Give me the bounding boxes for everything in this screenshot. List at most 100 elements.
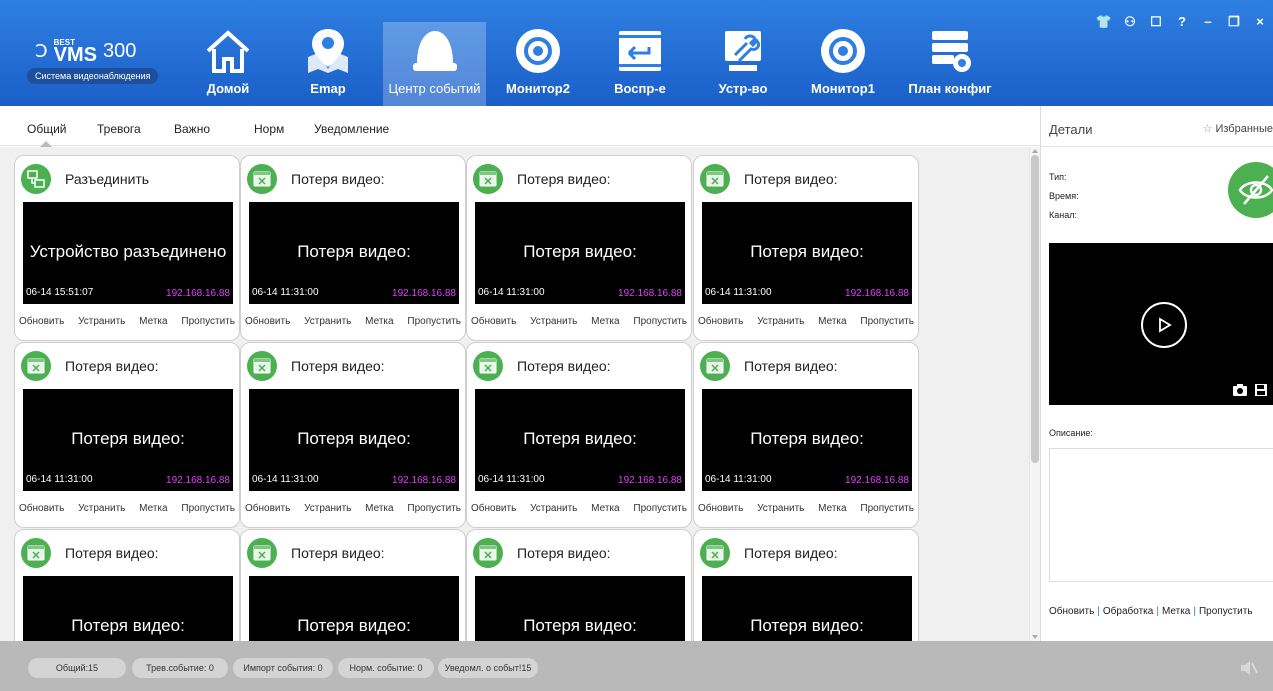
card-resolve-button[interactable]: Устранить bbox=[530, 316, 577, 327]
minimize-icon[interactable]: – bbox=[1195, 14, 1221, 30]
card-video-preview[interactable]: Потеря видео: 06-14 11:31:00 192.168.16.88 bbox=[23, 389, 233, 491]
detail-process-button[interactable]: Обработка bbox=[1103, 606, 1153, 617]
card-video-preview[interactable]: Потеря видео: bbox=[23, 576, 233, 641]
card-mark-button[interactable]: Метка bbox=[139, 316, 167, 327]
mute-icon[interactable] bbox=[1237, 657, 1259, 679]
scroll-down-arrow-icon[interactable] bbox=[1032, 635, 1038, 639]
card-resolve-button[interactable]: Устранить bbox=[530, 503, 577, 514]
shirt-icon[interactable]: 👕 bbox=[1091, 14, 1117, 30]
card-refresh-button[interactable]: Обновить bbox=[471, 316, 516, 327]
card-video-preview[interactable]: Потеря видео: 06-14 11:31:00 192.168.16.88 bbox=[702, 202, 912, 304]
nav-event-center-label: Центр событий bbox=[388, 81, 481, 96]
card-refresh-button[interactable]: Обновить bbox=[245, 503, 290, 514]
card-refresh-button[interactable]: Обновить bbox=[19, 503, 64, 514]
scrollbar-thumb[interactable] bbox=[1031, 155, 1039, 463]
card-resolve-button[interactable]: Устранить bbox=[304, 503, 351, 514]
card-video-preview[interactable]: Потеря видео: 06-14 11:31:00 192.168.16.88 bbox=[702, 389, 912, 491]
scroll-up-arrow-icon[interactable] bbox=[1032, 149, 1038, 153]
card-refresh-button[interactable]: Обновить bbox=[698, 316, 743, 327]
card-skip-button[interactable]: Пропустить bbox=[407, 316, 461, 327]
status-important[interactable]: Импорт события: 0 bbox=[233, 658, 333, 678]
status-notify[interactable]: Уведомл. о событ!15 bbox=[438, 658, 538, 678]
event-card[interactable]: Потеря видео: Потеря видео: 06-14 11:31:00… bbox=[14, 342, 240, 528]
card-mark-button[interactable]: Метка bbox=[818, 503, 846, 514]
lock-icon[interactable]: ☐ bbox=[1143, 14, 1169, 30]
user-icon[interactable]: ⚇ bbox=[1117, 14, 1143, 30]
card-skip-button[interactable]: Пропустить bbox=[633, 503, 687, 514]
play-button[interactable] bbox=[1141, 302, 1187, 348]
help-icon[interactable]: ? bbox=[1169, 14, 1195, 30]
event-card[interactable]: Потеря видео: Потеря видео: 06-14 11:31:00… bbox=[693, 155, 919, 341]
card-refresh-button[interactable]: Обновить bbox=[245, 316, 290, 327]
status-alarm[interactable]: Трев.событие: 0 bbox=[132, 658, 228, 678]
restore-icon[interactable]: ❐ bbox=[1221, 14, 1247, 30]
nav-emap-label: Emap bbox=[310, 81, 346, 96]
nav-event-center[interactable]: Центр событий bbox=[383, 22, 486, 106]
event-card[interactable]: Разъединить Устройство разъединено 06-14 1… bbox=[14, 155, 240, 341]
snapshot-icon[interactable] bbox=[1232, 383, 1248, 397]
nav-home[interactable]: Домой bbox=[195, 22, 261, 106]
description-textarea[interactable] bbox=[1049, 448, 1273, 582]
favorites-button[interactable]: ☆ Избранные bbox=[1203, 122, 1273, 135]
nav-plan-config[interactable]: План конфиг bbox=[903, 22, 997, 106]
event-card[interactable]: Потеря видео:Потеря видео:ОбновитьУстран… bbox=[466, 529, 692, 641]
card-mark-button[interactable]: Метка bbox=[365, 503, 393, 514]
status-normal[interactable]: Норм. событие: 0 bbox=[338, 658, 434, 678]
tab-normal[interactable]: Норм bbox=[254, 122, 284, 136]
close-icon[interactable]: × bbox=[1247, 14, 1273, 30]
event-card[interactable]: Потеря видео:Потеря видео:ОбновитьУстран… bbox=[240, 529, 466, 641]
card-resolve-button[interactable]: Устранить bbox=[757, 316, 804, 327]
card-skip-button[interactable]: Пропустить bbox=[181, 503, 235, 514]
nav-monitor1[interactable]: Монитор1 bbox=[805, 22, 881, 106]
nav-emap[interactable]: Emap bbox=[290, 22, 366, 106]
detail-skip-button[interactable]: Пропустить bbox=[1199, 606, 1253, 617]
detail-refresh-button[interactable]: Обновить bbox=[1049, 606, 1094, 617]
tab-alarm[interactable]: Тревога bbox=[97, 122, 141, 136]
card-mark-button[interactable]: Метка bbox=[591, 503, 619, 514]
event-card[interactable]: Потеря видео:Потеря видео:ОбновитьУстран… bbox=[14, 529, 240, 641]
event-card[interactable]: Потеря видео: Потеря видео: 06-14 11:31:00… bbox=[240, 155, 466, 341]
status-total[interactable]: Общий:15 bbox=[28, 658, 126, 678]
save-icon[interactable] bbox=[1254, 383, 1268, 397]
card-skip-button[interactable]: Пропустить bbox=[860, 316, 914, 327]
detail-mark-button[interactable]: Метка bbox=[1162, 606, 1190, 617]
tab-important[interactable]: Важно bbox=[174, 122, 210, 136]
event-card[interactable]: Потеря видео:Потеря видео:ОбновитьУстран… bbox=[693, 529, 919, 641]
card-mark-button[interactable]: Метка bbox=[365, 316, 393, 327]
card-refresh-button[interactable]: Обновить bbox=[471, 503, 516, 514]
card-skip-button[interactable]: Пропустить bbox=[633, 316, 687, 327]
card-mark-button[interactable]: Метка bbox=[139, 503, 167, 514]
video-message: Потеря видео: bbox=[71, 429, 185, 448]
event-card[interactable]: Потеря видео: Потеря видео: 06-14 11:31:00… bbox=[240, 342, 466, 528]
tab-notification[interactable]: Уведомление bbox=[314, 122, 389, 136]
card-resolve-button[interactable]: Устранить bbox=[78, 503, 125, 514]
card-video-preview[interactable]: Устройство разъединено 06-14 15:51:07 192.… bbox=[23, 202, 233, 304]
card-video-preview[interactable]: Потеря видео: bbox=[249, 576, 459, 641]
nav-devices[interactable]: Устр-во bbox=[710, 22, 776, 106]
tab-general[interactable]: Общий bbox=[27, 122, 67, 136]
nav-monitor2[interactable]: Монитор2 bbox=[500, 22, 576, 106]
card-refresh-button[interactable]: Обновить bbox=[19, 316, 64, 327]
card-resolve-button[interactable]: Устранить bbox=[78, 316, 125, 327]
nav-playback[interactable]: Воспр-е bbox=[605, 22, 675, 106]
card-video-preview[interactable]: Потеря видео: bbox=[475, 576, 685, 641]
card-skip-button[interactable]: Пропустить bbox=[407, 503, 461, 514]
card-video-preview[interactable]: Потеря видео: 06-14 11:31:00 192.168.16.88 bbox=[249, 389, 459, 491]
card-video-preview[interactable]: Потеря видео: 06-14 11:31:00 192.168.16.88 bbox=[475, 202, 685, 304]
card-mark-button[interactable]: Метка bbox=[591, 316, 619, 327]
description-label: Описание: bbox=[1049, 428, 1093, 438]
event-card[interactable]: Потеря видео: Потеря видео: 06-14 11:31:00… bbox=[466, 155, 692, 341]
card-video-preview[interactable]: Потеря видео: 06-14 11:31:00 192.168.16.88 bbox=[475, 389, 685, 491]
card-resolve-button[interactable]: Устранить bbox=[757, 503, 804, 514]
card-refresh-button[interactable]: Обновить bbox=[698, 503, 743, 514]
card-skip-button[interactable]: Пропустить bbox=[181, 316, 235, 327]
event-card[interactable]: Потеря видео: Потеря видео: 06-14 11:31:00… bbox=[466, 342, 692, 528]
card-mark-button[interactable]: Метка bbox=[818, 316, 846, 327]
card-skip-button[interactable]: Пропустить bbox=[860, 503, 914, 514]
event-card[interactable]: Потеря видео: Потеря видео: 06-14 11:31:00… bbox=[693, 342, 919, 528]
card-video-preview[interactable]: Потеря видео: bbox=[702, 576, 912, 641]
card-resolve-button[interactable]: Устранить bbox=[304, 316, 351, 327]
vertical-scrollbar[interactable] bbox=[1029, 147, 1040, 641]
card-video-preview[interactable]: Потеря видео: 06-14 11:31:00 192.168.16.88 bbox=[249, 202, 459, 304]
logo-mark-icon: Ͻ bbox=[35, 40, 48, 62]
